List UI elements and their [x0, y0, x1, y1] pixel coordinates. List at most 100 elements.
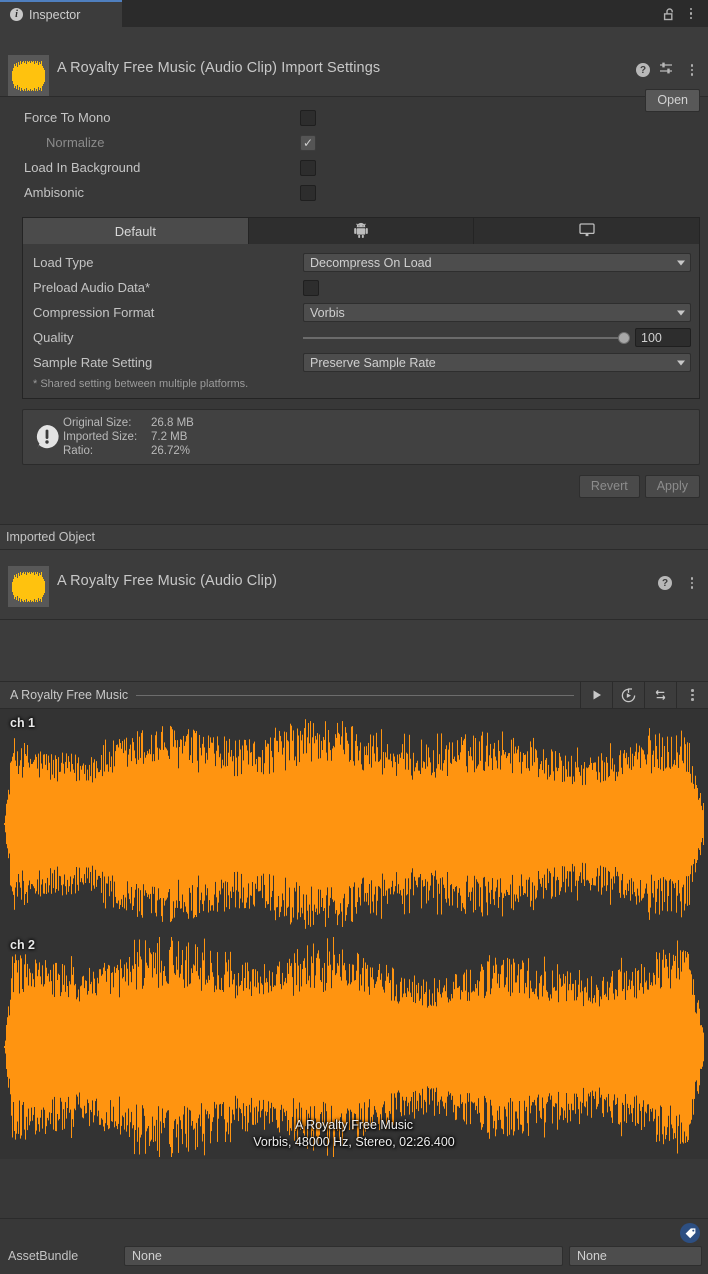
sample-rate-setting-value: Preserve Sample Rate — [310, 355, 436, 370]
tab-bar-spacer — [122, 0, 659, 27]
tab-inspector[interactable]: i Inspector — [0, 0, 122, 27]
normalize-label: Normalize — [46, 135, 105, 150]
normalize-checkbox[interactable]: ✓ — [300, 134, 316, 151]
imported-object-section-header: Imported Object — [0, 524, 708, 550]
import-size-info-box: Original Size: 26.8 MB Imported Size: 7.… — [22, 409, 700, 465]
asset-header-actions: ? — [636, 59, 702, 81]
unlock-icon[interactable] — [659, 3, 679, 25]
info-icon: i — [10, 8, 23, 21]
row-compression-format: Compression Format Vorbis — [23, 300, 699, 325]
audio-clip-name: A Royalty Free Music — [10, 688, 129, 702]
import-settings-properties: Force To Mono Normalize ✓ Load In Backgr… — [0, 97, 708, 205]
ratio-key: Ratio: — [63, 445, 94, 457]
row-sample-rate-setting: Sample Rate Setting Preserve Sample Rate — [23, 350, 699, 375]
asset-bundle-variant-value: None — [577, 1249, 607, 1263]
original-size-key: Original Size: — [63, 417, 132, 429]
imported-object-blank-area — [0, 620, 708, 682]
preset-sliders-icon[interactable] — [659, 61, 673, 80]
help-icon[interactable]: ? — [658, 576, 672, 590]
platform-tab-strip: Default — [23, 218, 700, 244]
sample-rate-setting-dropdown[interactable]: Preserve Sample Rate — [303, 353, 691, 372]
load-type-label: Load Type — [33, 255, 94, 270]
imported-size-key: Imported Size: — [63, 431, 138, 443]
platform-tab-android[interactable] — [248, 218, 475, 244]
platform-tab-default-label: Default — [114, 223, 156, 239]
asset-label-tag-icon[interactable] — [680, 1223, 700, 1243]
platform-settings-box: Default Load Type Decompress On Load Pre… — [22, 217, 700, 399]
asset-bundle-name-value: None — [132, 1249, 162, 1263]
tab-inspector-label: Inspector — [29, 7, 81, 22]
imported-object-label: Imported Object — [6, 530, 95, 544]
audio-waveform-display[interactable]: ch 1 ch 2 A Royalty Free Music Vorbis, 4… — [0, 709, 708, 1159]
warning-speech-bubble-icon — [31, 423, 63, 451]
preload-audio-data-checkbox[interactable] — [303, 279, 319, 296]
asset-bundle-name-dropdown[interactable]: None — [124, 1246, 563, 1266]
waveform-caption-details: Vorbis, 48000 Hz, Stereo, 02:26.400 — [253, 1135, 455, 1149]
load-in-background-checkbox[interactable] — [300, 159, 316, 176]
chevron-down-icon — [677, 360, 685, 365]
quality-value-field[interactable]: 100 — [635, 328, 691, 347]
ambisonic-checkbox[interactable] — [300, 184, 316, 201]
open-button[interactable]: Open — [645, 89, 700, 112]
row-force-to-mono: Force To Mono — [0, 105, 708, 130]
platform-tab-default[interactable]: Default — [23, 218, 249, 244]
window-tab-bar: i Inspector — [0, 0, 708, 27]
table-row: Original Size: 26.8 MB — [63, 416, 194, 430]
ratio-value: 26.72% — [151, 445, 191, 457]
import-size-table: Original Size: 26.8 MB Imported Size: 7.… — [63, 416, 194, 458]
loop-icon[interactable] — [644, 681, 676, 709]
row-load-in-background: Load In Background — [0, 155, 708, 180]
waveform-graphic — [0, 709, 708, 1159]
imported-object-title: A Royalty Free Music (Audio Clip) — [57, 573, 278, 589]
audio-waveform-thumbnail — [8, 55, 49, 96]
sample-rate-setting-label: Sample Rate Setting — [33, 355, 153, 370]
imported-object-header: A Royalty Free Music (Audio Clip) ? — [0, 550, 708, 620]
row-ambisonic: Ambisonic — [0, 180, 708, 205]
compression-format-dropdown[interactable]: Vorbis — [303, 303, 691, 322]
row-quality: Quality 100 — [23, 325, 699, 350]
shared-setting-footnote: * Shared setting between multiple platfo… — [33, 378, 249, 390]
load-type-dropdown[interactable]: Decompress On Load — [303, 253, 691, 272]
play-icon[interactable] — [580, 681, 612, 709]
chevron-down-icon — [677, 260, 685, 265]
row-preload-audio-data: Preload Audio Data* — [23, 275, 699, 300]
asset-title: A Royalty Free Music (Audio Clip) Import… — [57, 60, 381, 76]
waveform-caption: A Royalty Free Music Vorbis, 48000 Hz, S… — [0, 1117, 708, 1151]
row-load-type: Load Type Decompress On Load — [23, 250, 699, 275]
kebab-menu-icon[interactable] — [682, 59, 702, 81]
audio-preview-toolbar: A Royalty Free Music — [0, 681, 708, 709]
help-icon[interactable]: ? — [636, 63, 650, 77]
asset-bundle-row: AssetBundle None None — [0, 1246, 708, 1266]
revert-button[interactable]: Revert — [578, 475, 640, 498]
chevron-down-icon — [677, 310, 685, 315]
channel-1-label: ch 1 — [10, 716, 36, 730]
compression-format-value: Vorbis — [310, 305, 345, 320]
kebab-menu-icon[interactable] — [676, 681, 708, 709]
asset-header: A Royalty Free Music (Audio Clip) Import… — [0, 27, 708, 112]
asset-bundle-variant-dropdown[interactable]: None — [569, 1246, 702, 1266]
tab-bar-actions — [659, 0, 708, 27]
import-action-buttons: Revert Apply — [0, 465, 708, 498]
imported-size-value: 7.2 MB — [151, 431, 188, 443]
waveform-caption-title: A Royalty Free Music — [294, 1118, 414, 1132]
quality-slider[interactable] — [303, 331, 630, 345]
restart-playback-icon[interactable] — [612, 681, 644, 709]
android-icon — [354, 222, 368, 241]
kebab-menu-icon[interactable] — [682, 572, 702, 594]
toolbar-divider-line — [136, 694, 574, 696]
table-row: Imported Size: 7.2 MB — [63, 430, 194, 444]
preload-audio-data-label: Preload Audio Data* — [33, 280, 151, 295]
audio-waveform-thumbnail — [8, 566, 49, 607]
compression-format-label: Compression Format — [33, 305, 155, 320]
quality-slider-track — [303, 336, 630, 339]
load-in-background-label: Load In Background — [24, 160, 141, 175]
force-to-mono-checkbox[interactable] — [300, 109, 316, 126]
channel-2-label: ch 2 — [10, 938, 36, 952]
original-size-value: 26.8 MB — [151, 417, 194, 429]
table-row: Ratio: 26.72% — [63, 444, 194, 458]
row-normalize: Normalize ✓ — [0, 130, 708, 155]
quality-slider-handle[interactable] — [618, 331, 630, 344]
kebab-menu-icon[interactable] — [681, 3, 701, 25]
platform-tab-desktop[interactable] — [474, 218, 700, 244]
apply-button[interactable]: Apply — [644, 475, 700, 498]
